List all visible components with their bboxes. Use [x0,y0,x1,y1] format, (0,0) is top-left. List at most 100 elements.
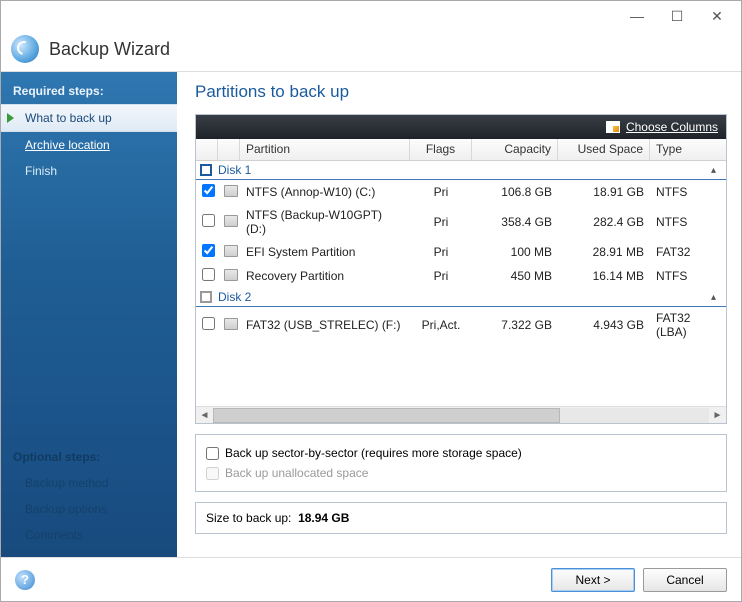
size-value: 18.94 GB [298,511,349,525]
drive-icon [224,245,238,257]
partition-checkbox[interactable] [202,268,215,281]
col-type[interactable]: Type [650,139,726,160]
disk-icon [200,291,212,303]
required-steps-title: Required steps: [1,78,177,104]
partition-flags: Pri [410,243,472,261]
choose-columns-link[interactable]: Choose Columns [626,120,718,134]
partition-flags: Pri,Act. [410,316,472,334]
partition-type: NTFS [650,183,726,201]
step-label: Comments [25,528,83,542]
partition-used: 18.91 GB [558,183,650,201]
horizontal-scrollbar[interactable]: ◄ ► [196,406,726,423]
column-headers: Partition Flags Capacity Used Space Type [196,139,726,161]
collapse-icon[interactable]: ▴ [711,292,716,303]
unallocated-option: Back up unallocated space [206,463,716,483]
partition-row[interactable]: NTFS (Backup-W10GPT) (D:) Pri 358.4 GB 2… [196,204,726,240]
partition-type: FAT32 (LBA) [650,309,726,341]
partition-type: FAT32 [650,243,726,261]
partition-capacity: 450 MB [472,267,558,285]
header: Backup Wizard [1,31,741,72]
partition-name: NTFS (Annop-W10) (C:) [240,183,410,201]
disk-name: Disk 2 [218,290,711,304]
step-backup-method[interactable]: Backup method [1,470,177,496]
step-what-to-back-up[interactable]: What to back up [1,104,177,132]
app-logo-icon [11,35,39,63]
col-partition[interactable]: Partition [240,139,410,160]
partition-flags: Pri [410,267,472,285]
drive-icon [224,269,238,281]
step-backup-options[interactable]: Backup options [1,496,177,522]
partition-checkbox[interactable] [202,317,215,330]
partition-capacity: 106.8 GB [472,183,558,201]
collapse-icon[interactable]: ▴ [711,165,716,176]
sector-by-sector-checkbox[interactable] [206,447,219,460]
disk-header[interactable]: Disk 2▴ [196,288,726,307]
partition-capacity: 358.4 GB [472,213,558,231]
partition-used: 16.14 MB [558,267,650,285]
scroll-right-icon[interactable]: ► [709,410,726,421]
sidebar: Required steps: What to back up Archive … [1,72,177,557]
disk-icon [200,164,212,176]
unallocated-checkbox [206,467,219,480]
partition-type: NTFS [650,213,726,231]
sector-by-sector-label: Back up sector-by-sector (requires more … [225,446,522,460]
partition-capacity: 7.322 GB [472,316,558,334]
partitions-panel: Choose Columns Partition Flags Capacity … [195,114,727,424]
partition-checkbox[interactable] [202,214,215,227]
optional-steps-title: Optional steps: [1,444,177,470]
partition-row[interactable]: EFI System Partition Pri 100 MB 28.91 MB… [196,240,726,264]
partition-capacity: 100 MB [472,243,558,261]
partition-checkbox[interactable] [202,244,215,257]
partition-checkbox[interactable] [202,184,215,197]
panel-toolbar: Choose Columns [196,115,726,139]
unallocated-label: Back up unallocated space [225,466,368,480]
partitions-grid: Disk 1▴ NTFS (Annop-W10) (C:) Pri 106.8 … [196,161,726,406]
partition-flags: Pri [410,183,472,201]
partition-name: EFI System Partition [240,243,410,261]
footer: ? Next > Cancel [1,557,741,601]
next-button[interactable]: Next > [551,568,635,592]
minimize-button[interactable]: — [617,3,657,29]
step-label: Finish [25,164,57,178]
partition-name: NTFS (Backup-W10GPT) (D:) [240,206,410,238]
drive-icon [224,318,238,330]
col-used[interactable]: Used Space [558,139,650,160]
size-label: Size to back up: [206,511,291,525]
app-title: Backup Wizard [49,39,170,60]
partition-row[interactable]: NTFS (Annop-W10) (C:) Pri 106.8 GB 18.91… [196,180,726,204]
step-comments[interactable]: Comments [1,522,177,548]
help-icon[interactable]: ? [15,570,35,590]
scroll-left-icon[interactable]: ◄ [196,410,213,421]
partition-used: 28.91 MB [558,243,650,261]
partition-name: FAT32 (USB_STRELEC) (F:) [240,316,410,334]
step-finish[interactable]: Finish [1,158,177,184]
partition-row[interactable]: FAT32 (USB_STRELEC) (F:) Pri,Act. 7.322 … [196,307,726,343]
sector-by-sector-option[interactable]: Back up sector-by-sector (requires more … [206,443,716,463]
step-label: Backup options [25,502,107,516]
backup-options: Back up sector-by-sector (requires more … [195,434,727,492]
disk-name: Disk 1 [218,163,711,177]
col-flags[interactable]: Flags [410,139,472,160]
backup-wizard-window: — ☐ ✕ Backup Wizard Required steps: What… [0,0,742,602]
main-content: Partitions to back up Choose Columns Par… [177,72,741,557]
partition-row[interactable]: Recovery Partition Pri 450 MB 16.14 MB N… [196,264,726,288]
col-capacity[interactable]: Capacity [472,139,558,160]
step-archive-location[interactable]: Archive location [1,132,177,158]
maximize-button[interactable]: ☐ [657,3,697,29]
partition-used: 282.4 GB [558,213,650,231]
size-summary: Size to back up: 18.94 GB [195,502,727,534]
step-label: What to back up [25,111,112,125]
drive-icon [224,215,238,227]
cancel-button[interactable]: Cancel [643,568,727,592]
drive-icon [224,185,238,197]
col-checkbox[interactable] [196,139,218,160]
step-label: Backup method [25,476,108,490]
partition-name: Recovery Partition [240,267,410,285]
partition-flags: Pri [410,213,472,231]
close-button[interactable]: ✕ [697,3,737,29]
partition-used: 4.943 GB [558,316,650,334]
disk-header[interactable]: Disk 1▴ [196,161,726,180]
step-label: Archive location [25,138,110,152]
titlebar: — ☐ ✕ [1,1,741,31]
col-icon [218,139,240,160]
